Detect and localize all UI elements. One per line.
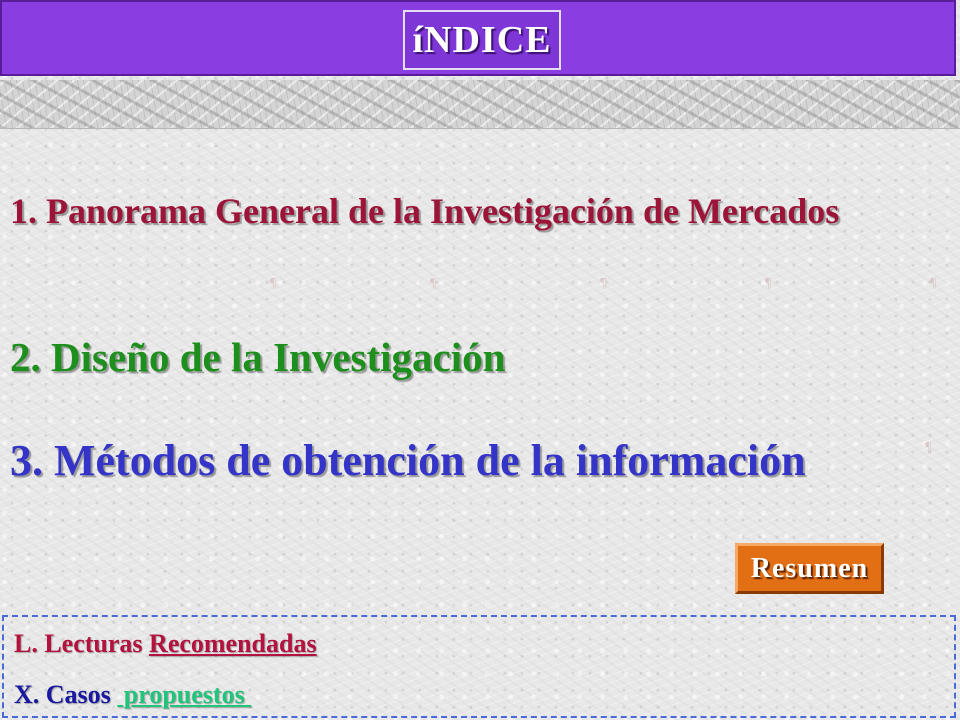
title-box: íNDICE bbox=[403, 10, 561, 70]
casos-propuestos-link[interactable]: propuestos bbox=[117, 680, 251, 709]
watermark-mark: ¶ bbox=[270, 276, 277, 291]
watermark-mark: ¶ bbox=[430, 276, 437, 291]
watermark-mark: ¶ bbox=[930, 276, 937, 291]
watermark-mark: ¶ bbox=[600, 276, 607, 291]
watermark-mark: ¶ bbox=[925, 440, 932, 455]
menu-item-diseno[interactable]: 2. Diseño de la Investigación bbox=[10, 332, 505, 382]
lecturas-prefix: L. Lecturas bbox=[14, 629, 150, 658]
title-bar: íNDICE bbox=[0, 0, 956, 76]
menu-item-panorama[interactable]: 1. Panorama General de la Investigación … bbox=[10, 188, 890, 234]
links-box: L. Lecturas Recomendadas X. Casos propue… bbox=[2, 615, 956, 718]
resumen-button[interactable]: Resumen bbox=[735, 543, 884, 594]
casos-line: X. Casos propuestos bbox=[14, 680, 251, 710]
watermark-mark: ¶ bbox=[765, 276, 772, 291]
marble-band bbox=[0, 80, 960, 129]
resumen-button-label: Resumen bbox=[750, 552, 869, 584]
lecturas-line: L. Lecturas Recomendadas bbox=[14, 629, 317, 659]
casos-prefix: X. Casos bbox=[14, 680, 118, 709]
page-title: íNDICE bbox=[412, 19, 552, 61]
menu-item-metodos[interactable]: 3. Métodos de obtención de la informació… bbox=[10, 433, 806, 489]
lecturas-recomendadas-link[interactable]: Recomendadas bbox=[149, 629, 317, 658]
